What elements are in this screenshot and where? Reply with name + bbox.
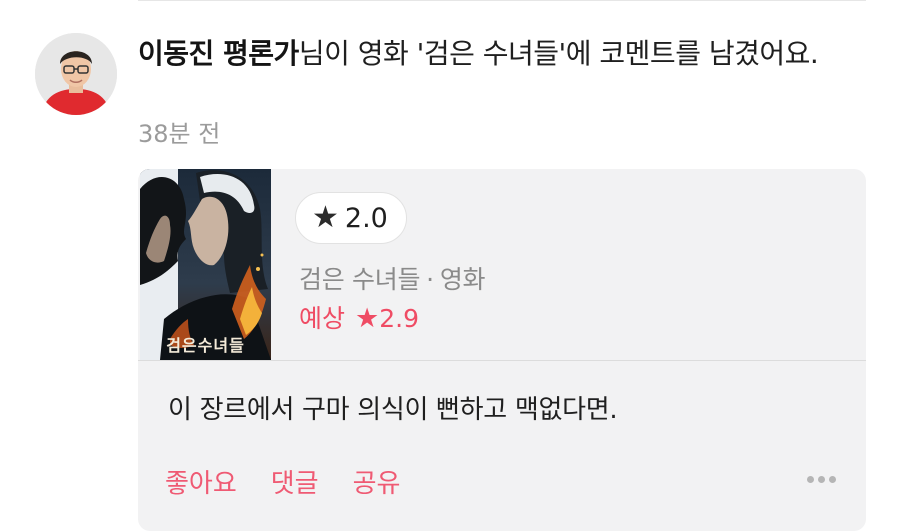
- comment-actions: 좋아요 댓글 공유: [165, 466, 400, 502]
- activity-timestamp: 38분 전: [138, 120, 221, 148]
- more-options-icon[interactable]: [807, 476, 836, 483]
- movie-category: 영화: [439, 265, 486, 294]
- like-button[interactable]: 좋아요: [165, 466, 237, 502]
- movie-poster[interactable]: 검은수녀들: [140, 169, 271, 360]
- movie-meta[interactable]: 검은 수녀들 · 영화: [299, 263, 486, 297]
- card-divider: [138, 360, 866, 361]
- star-icon: ★: [312, 200, 339, 235]
- predicted-label: 예상: [299, 304, 346, 333]
- author-name[interactable]: 이동진 평론가: [138, 37, 299, 70]
- my-rating-badge: ★ 2.0: [295, 192, 407, 244]
- comment-text[interactable]: 이 장르에서 구마 의식이 뻔하고 맥없다면.: [168, 392, 618, 428]
- my-rating-value: 2.0: [344, 202, 388, 234]
- author-avatar[interactable]: [35, 33, 117, 115]
- movie-title: 검은 수녀들: [299, 265, 421, 294]
- more-dot: [818, 476, 825, 483]
- predicted-value: 2.9: [379, 304, 419, 333]
- star-icon: ★: [355, 303, 380, 334]
- activity-message: 님이 영화 '검은 수녀들'에 코멘트를 남겼어요.: [298, 37, 819, 70]
- meta-separator: ·: [426, 265, 434, 294]
- more-dot: [807, 476, 814, 483]
- more-dot: [829, 476, 836, 483]
- predicted-rating: 예상 ★2.9: [299, 302, 419, 336]
- poster-title: 검은수녀들: [166, 336, 245, 355]
- top-divider: [138, 0, 866, 1]
- comment-card[interactable]: 검은수녀들 ★ 2.0 검은 수녀들 · 영화 예상 ★2.9 이 장르에서 구마 …: [138, 169, 866, 531]
- reply-button[interactable]: 댓글: [271, 466, 319, 502]
- share-button[interactable]: 공유: [353, 466, 401, 502]
- activity-headline: 이동진 평론가님이 영화 '검은 수녀들'에 코멘트를 남겼어요.: [138, 32, 858, 76]
